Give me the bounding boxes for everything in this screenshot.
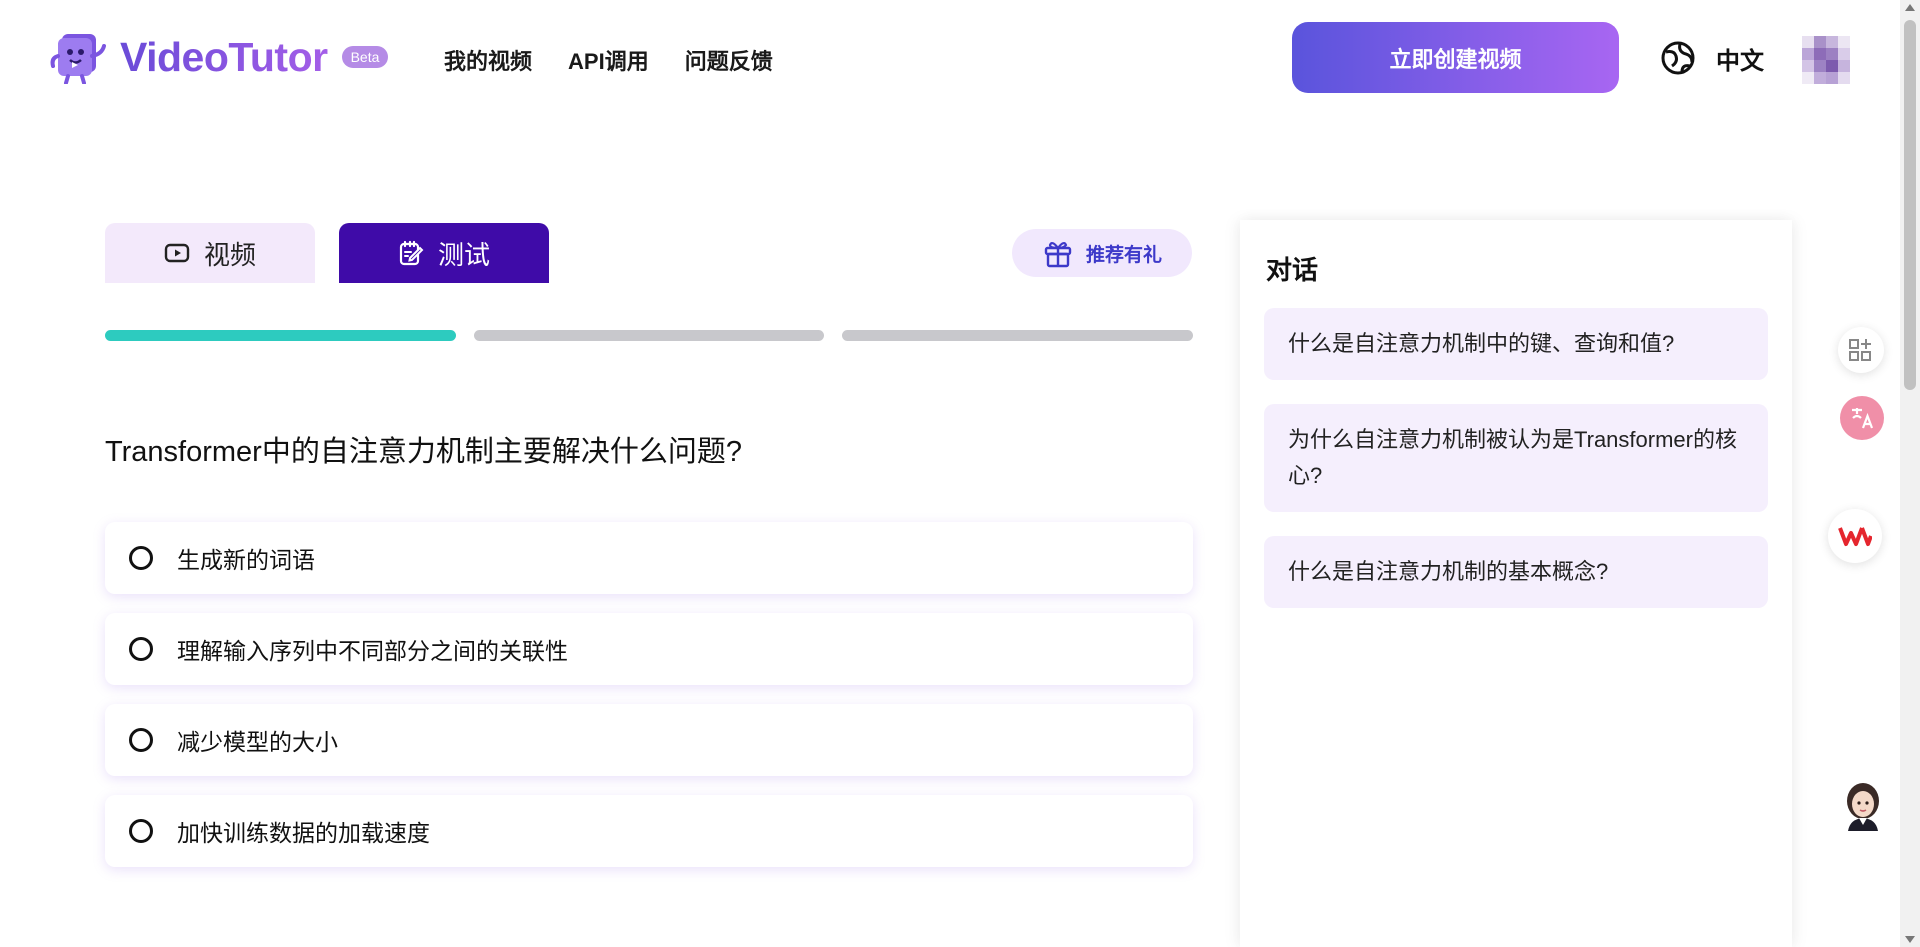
quiz-option-label: 理解输入序列中不同部分之间的关联性 <box>177 638 568 664</box>
language-switcher[interactable]: 中文 <box>1660 40 1764 76</box>
quiz-option-label: 减少模型的大小 <box>177 729 338 755</box>
avatar[interactable] <box>1802 36 1850 84</box>
page-scrollbar[interactable] <box>1900 0 1920 947</box>
tab-test[interactable]: 测试 <box>339 223 549 283</box>
nav-feedback[interactable]: 问题反馈 <box>685 44 773 76</box>
quiz-option[interactable]: 理解输入序列中不同部分之间的关联性 <box>105 613 1193 685</box>
play-icon <box>164 243 190 263</box>
radio-button[interactable] <box>129 728 153 752</box>
quiz-option-label: 加快训练数据的加载速度 <box>177 820 430 846</box>
translate-icon <box>1852 408 1874 429</box>
quiz-question: Transformer中的自注意力机制主要解决什么问题? <box>105 436 742 468</box>
translate-button[interactable] <box>1840 396 1884 440</box>
scroll-thumb[interactable] <box>1904 20 1916 390</box>
referral-button[interactable]: 推荐有礼 <box>1012 229 1192 277</box>
radio-button[interactable] <box>129 819 153 843</box>
quiz-option[interactable]: 生成新的词语 <box>105 522 1193 594</box>
apps-add-icon <box>1849 339 1871 361</box>
radio-button[interactable] <box>129 546 153 570</box>
progress-segment <box>105 330 456 341</box>
scroll-down-arrow[interactable] <box>1905 936 1915 943</box>
chat-suggestion[interactable]: 什么是自注意力机制的基本概念? <box>1264 536 1768 608</box>
referral-label: 推荐有礼 <box>1085 244 1162 266</box>
progress-segment <box>842 330 1194 341</box>
wps-button[interactable] <box>1828 509 1882 563</box>
brand-name: VideoTutor <box>120 33 328 80</box>
assistant-avatar-icon <box>1847 783 1879 831</box>
top-header: VideoTutor Beta 我的视频 API调用 问题反馈 立即创建视频 中… <box>0 0 1900 118</box>
nav-api[interactable]: API调用 <box>568 44 649 76</box>
logo[interactable]: VideoTutor Beta <box>50 30 389 84</box>
radio-button[interactable] <box>129 637 153 661</box>
assistant-button[interactable] <box>1838 781 1888 831</box>
chat-title: 对话 <box>1266 255 1319 285</box>
language-label: 中文 <box>1716 47 1764 75</box>
main-nav: 我的视频 API调用 问题反馈 <box>444 44 773 76</box>
globe-icon <box>1661 41 1695 75</box>
progress-segment <box>473 330 825 341</box>
scroll-up-arrow[interactable] <box>1905 4 1915 11</box>
create-video-button[interactable]: 立即创建视频 <box>1292 22 1619 93</box>
chat-panel: 对话 什么是自注意力机制中的键、查询和值? 为什么自注意力机制被认为是Trans… <box>1240 220 1792 947</box>
quiz-option-label: 生成新的词语 <box>177 547 315 573</box>
tab-video-label: 视频 <box>203 239 256 270</box>
beta-badge: Beta <box>341 46 389 68</box>
nav-my-videos[interactable]: 我的视频 <box>444 44 532 76</box>
wps-icon <box>1838 527 1872 546</box>
chat-suggestion[interactable]: 什么是自注意力机制中的键、查询和值? <box>1264 308 1768 380</box>
book-mascot-icon <box>50 34 106 84</box>
quiz-progress <box>105 330 1194 341</box>
tab-video[interactable]: 视频 <box>105 223 315 283</box>
gift-icon <box>1044 241 1072 268</box>
apps-add-button[interactable] <box>1838 327 1884 373</box>
edit-note-icon <box>399 240 424 266</box>
quiz-option[interactable]: 减少模型的大小 <box>105 704 1193 776</box>
chat-suggestion[interactable]: 为什么自注意力机制被认为是Transformer的核心? <box>1264 404 1768 512</box>
quiz-option[interactable]: 加快训练数据的加载速度 <box>105 795 1193 867</box>
tab-test-label: 测试 <box>437 239 490 270</box>
quiz-options: 生成新的词语 理解输入序列中不同部分之间的关联性 减少模型的大小 加快训练数据的… <box>105 522 1193 886</box>
